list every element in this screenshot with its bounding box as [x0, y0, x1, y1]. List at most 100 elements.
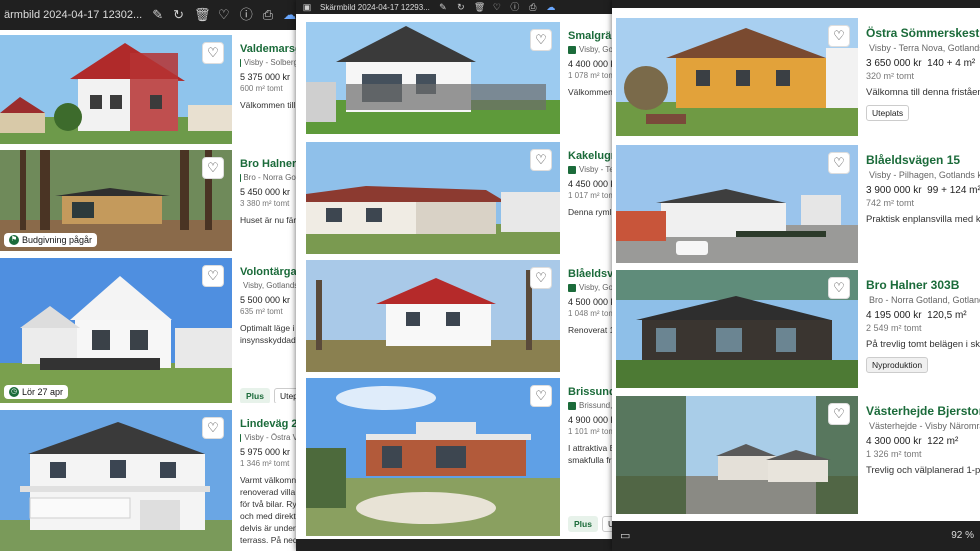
favorite-heart-icon[interactable]: ♡ [530, 149, 552, 171]
cloud-icon[interactable]: ☁ [283, 8, 296, 22]
listing-description: Huset är nu färd [240, 215, 298, 225]
listing-card[interactable]: ♡ Bro Halner 303B Bro - Norra Gotland, G… [612, 270, 980, 388]
listing-plot-size: 1 101 m² tom [568, 427, 616, 436]
listing-card[interactable]: ♡ Brissund B Brissund, 4 900 000 k 1 101… [296, 378, 616, 536]
heart-icon[interactable]: ♡ [218, 8, 230, 22]
heart-icon[interactable]: ♡ [492, 2, 502, 12]
listing-photo[interactable]: ♡ [306, 22, 560, 134]
favorite-heart-icon[interactable]: ♡ [828, 25, 850, 47]
favorite-heart-icon[interactable]: ♡ [202, 157, 224, 179]
listing-street[interactable]: Västerhejde Bjerstorpsvä [866, 404, 980, 418]
favorite-heart-icon[interactable]: ♡ [530, 267, 552, 289]
listing-photo[interactable]: ♡ ⚑ Budgivning pågår [0, 150, 232, 251]
listing-photo[interactable]: ♡ [616, 18, 858, 136]
listing-plot-size: 2 549 m² tomt [866, 323, 922, 333]
listing-photo[interactable]: ♡ [306, 378, 560, 536]
listing-photo[interactable]: ♡ ◷ Lör 27 apr [0, 258, 232, 403]
listing-photo[interactable]: ♡ [616, 145, 858, 263]
listing-price: 4 900 000 k [568, 415, 616, 425]
edit-icon[interactable]: ✎ [152, 8, 163, 22]
info-icon[interactable]: ⓘ [510, 2, 520, 12]
listing-description: terrass. På nede [240, 535, 298, 545]
listing-plot-size: 600 m² tomt [240, 84, 283, 93]
listing-description: insynsskyddad b [240, 335, 298, 345]
listing-photo[interactable]: ♡ [616, 270, 858, 388]
listing-card[interactable]: ♡ Blåeldsväg Visby, Got 4 500 000 k 1 04… [296, 260, 616, 372]
listing-photo[interactable]: ♡ [306, 142, 560, 254]
listing-info: Smalgränd Visby, Got 4 400 000 k 1 078 m… [560, 22, 616, 134]
calendar-icon: ◷ [9, 387, 19, 397]
listing-street[interactable]: Bro Halner 303B [866, 278, 980, 292]
listing-street[interactable]: Bro Halner 30 [240, 158, 298, 170]
listing-plot-size: 1 326 m² tomt [866, 449, 922, 459]
listing-street[interactable]: Volontärgatan [240, 266, 298, 278]
favorite-heart-icon[interactable]: ♡ [828, 277, 850, 299]
listing-description: Välkommen till e [240, 100, 298, 110]
listing-info: Bro Halner 30 Bro - Norra Got 5 450 000 … [232, 150, 298, 251]
listing-card[interactable]: ♡ Västerhejde Bjerstorpsvä Västerhejde -… [612, 396, 980, 514]
listing-street[interactable]: Blåeldsvägen 15 [866, 153, 980, 167]
favorite-heart-icon[interactable]: ♡ [202, 42, 224, 64]
listing-card[interactable]: ♡ ⚑Budgivning pågår Bro Halner 30 Bro - … [0, 150, 298, 251]
listing-photo[interactable]: ♡ [616, 396, 858, 514]
favorite-heart-icon[interactable]: ♡ [828, 152, 850, 174]
window-title: Skärmbild 2024-04-17 12293... [320, 2, 430, 12]
listing-card[interactable]: ♡ Valdemarsgata Visby - Solberg 5 375 00… [0, 35, 298, 144]
listing-price: 5 975 000 kr [240, 447, 291, 457]
house-icon [568, 401, 576, 410]
print-icon[interactable]: ⎙ [528, 2, 538, 12]
house-icon [240, 58, 241, 67]
info-icon[interactable]: ⓘ [240, 8, 253, 22]
cloud-icon[interactable]: ☁ [546, 2, 556, 12]
trash-icon[interactable]: 🗑 [194, 8, 211, 22]
listing-description: Optimalt läge i y [240, 323, 298, 333]
listing-card[interactable]: ♡ ◷Lör 27 apr Volontärgatan Visby, Gotla… [0, 258, 298, 403]
listing-street[interactable]: Lindeväg 23 [240, 418, 298, 430]
house-icon [568, 283, 576, 292]
listing-location: Visby, Gotlands [243, 281, 298, 290]
trash-icon[interactable]: 🗑 [474, 2, 485, 12]
screen-icon[interactable]: ▭ [620, 529, 630, 542]
listing-description: Praktisk enplansvilla med kä [866, 214, 980, 225]
print-icon[interactable]: ⎙ [263, 8, 273, 22]
favorite-heart-icon[interactable]: ♡ [530, 29, 552, 51]
favorite-heart-icon[interactable]: ♡ [828, 403, 850, 425]
listing-card[interactable]: ♡ Kakelugns Visby - Te 4 450 000 k 1 017… [296, 142, 616, 254]
listing-info: Bro Halner 303B Bro - Norra Gotland, Got… [858, 270, 980, 388]
listing-plot-size: 1 346 m² tomt [240, 459, 290, 468]
feature-chip: Nyproduktion [866, 357, 929, 373]
listing-street[interactable]: Valdemarsgata [240, 43, 298, 55]
listing-price: 5 450 000 kr [240, 187, 291, 197]
listing-location: Brissund, [568, 401, 616, 410]
listing-location: Västerhejde - Visby Närområ [869, 421, 980, 431]
listing-street[interactable]: Östra Sömmerskestigen [866, 26, 980, 40]
listing-card[interactable]: ♡ Blåeldsvägen 15 Visby - Pilhagen, Gotl… [612, 145, 980, 263]
listing-location: Visby - Terra Nova, Gotlands [869, 43, 980, 53]
listing-description: smakfulla fr [568, 455, 612, 465]
listing-info: Lindeväg 23 Visby - Östra V 5 975 000 kr… [232, 410, 298, 551]
favorite-heart-icon[interactable]: ♡ [202, 265, 224, 287]
listing-photo[interactable]: ♡ [0, 410, 232, 551]
listing-photo[interactable]: ♡ [306, 260, 560, 372]
listing-card[interactable]: ♡ Östra Sömmerskestigen Visby - Terra No… [612, 18, 980, 136]
listing-description: Välkomna till denna fristående [866, 87, 980, 98]
listing-street[interactable]: Smalgränd [568, 30, 616, 42]
listing-card[interactable]: ♡ Lindeväg 23 Visby - Östra V 5 975 000 … [0, 410, 298, 551]
listing-location: Visby, Got [568, 45, 616, 54]
listing-street[interactable]: Kakelugns [568, 150, 616, 162]
zoom-level[interactable]: 92 % [951, 530, 974, 541]
window-title: ärmbild 2024-04-17 12302... [4, 9, 143, 21]
listing-location: Bro - Norra Gotland, Gotlands [869, 295, 980, 305]
listing-street[interactable]: Brissund B [568, 386, 616, 398]
listing-photo[interactable]: ♡ [0, 35, 232, 144]
edit-icon[interactable]: ✎ [438, 2, 448, 12]
favorite-heart-icon[interactable]: ♡ [530, 385, 552, 407]
listing-description: Välkommen [568, 87, 613, 97]
favorite-heart-icon[interactable]: ♡ [202, 417, 224, 439]
rotate-icon[interactable]: ↻ [173, 8, 184, 22]
listing-card[interactable]: ♡ Smalgränd Visby, Got 4 400 000 k 1 078… [296, 22, 616, 134]
listing-description: Varmt välkomna [240, 475, 298, 485]
listing-street[interactable]: Blåeldsväg [568, 268, 616, 280]
rotate-icon[interactable]: ↻ [456, 2, 466, 12]
listing-description: renoverad villa n [240, 487, 298, 497]
